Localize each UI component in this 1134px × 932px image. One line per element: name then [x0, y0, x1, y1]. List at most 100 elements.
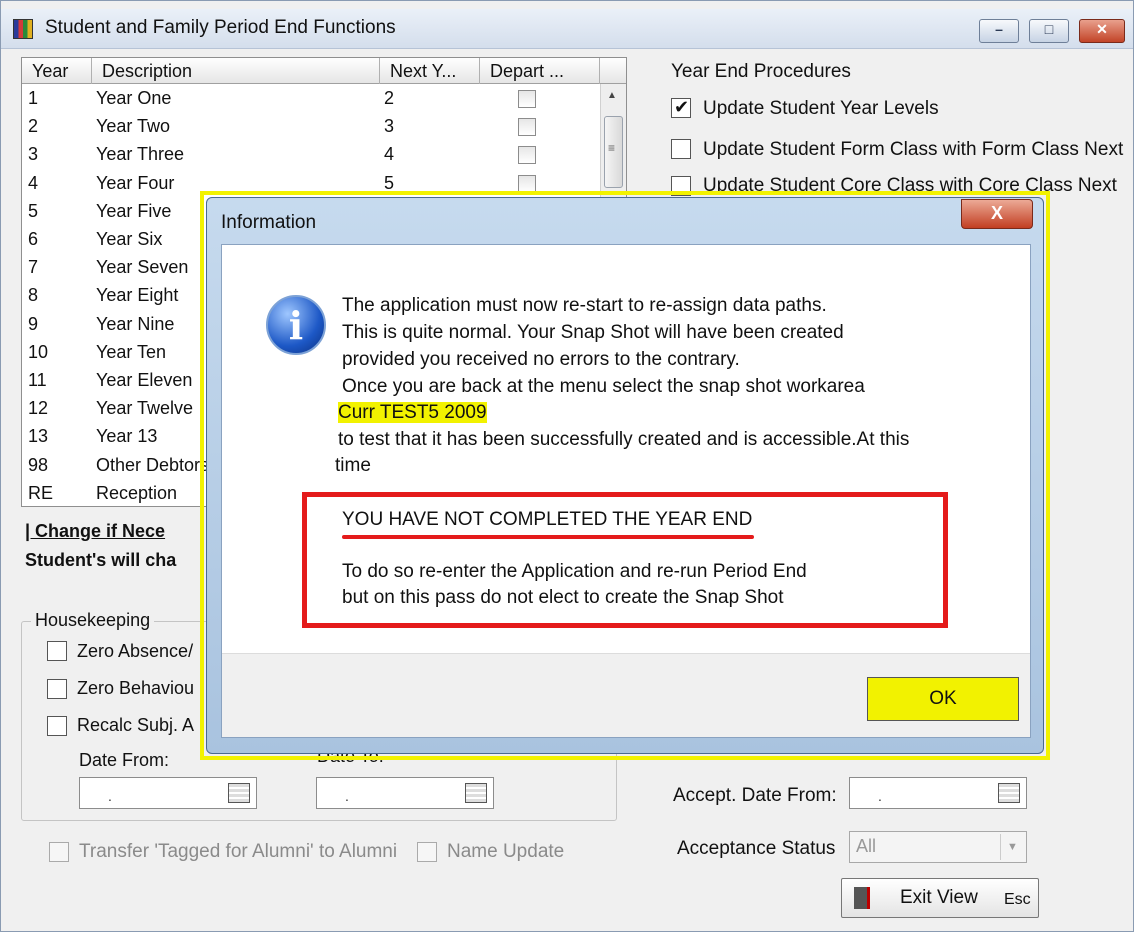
- close-button[interactable]: ✕: [1079, 19, 1125, 43]
- workarea-name: Curr TEST5 2009: [338, 402, 487, 423]
- scroll-thumb[interactable]: ≡: [604, 116, 623, 188]
- depart-checkbox[interactable]: [518, 90, 536, 108]
- cell-year: 8: [28, 285, 39, 306]
- calendar-icon[interactable]: [228, 783, 250, 803]
- table-row[interactable]: 3 Year Three 4: [22, 142, 600, 170]
- table-row[interactable]: 1 Year One 2: [22, 86, 600, 114]
- depart-checkbox[interactable]: [518, 174, 536, 193]
- exit-shortcut-label: Esc: [1004, 891, 1031, 908]
- maximize-icon: □: [1044, 21, 1054, 37]
- zero-absence-label: Zero Absence/: [77, 641, 194, 661]
- dialog-title: Information: [221, 212, 317, 233]
- name-update-label: Name Update: [447, 841, 565, 862]
- recalc-subject-label: Recalc Subj. A: [77, 715, 195, 735]
- information-dialog: Information X i The application must now…: [206, 197, 1044, 754]
- recalc-subject-checkbox[interactable]: [47, 716, 67, 736]
- change-if-necessary-label: | Change if Nece: [25, 521, 166, 541]
- cell-description: Year Four: [96, 172, 175, 193]
- cell-description: Year One: [96, 88, 172, 108]
- exit-door-icon: [854, 887, 870, 909]
- housekeeping-legend: Housekeeping: [31, 610, 155, 631]
- cell-year: 13: [28, 426, 49, 447]
- transfer-alumni-checkbox[interactable]: [49, 842, 69, 862]
- cell-year: 10: [28, 341, 49, 362]
- col-header-next-year[interactable]: Next Y...: [380, 58, 480, 84]
- year-end-procedures-title: Year End Procedures: [671, 61, 851, 82]
- minimize-button[interactable]: –: [979, 19, 1019, 43]
- date-from-input[interactable]: .: [79, 777, 257, 809]
- maximize-button[interactable]: □: [1029, 19, 1069, 43]
- update-year-levels-checkbox[interactable]: [671, 97, 691, 118]
- warning-text: YOU HAVE NOT COMPLETED THE YEAR END: [342, 509, 753, 530]
- cell-description: Reception: [96, 482, 178, 503]
- col-header-depart[interactable]: Depart ...: [480, 58, 600, 84]
- update-form-class-label: Update Student Form Class with Form Clas…: [703, 139, 1124, 160]
- chevron-down-icon: ▼: [1000, 834, 1024, 860]
- calendar-icon[interactable]: [998, 783, 1020, 803]
- acceptance-status-label: Acceptance Status: [677, 838, 836, 859]
- accept-date-from-label: Accept. Date From:: [673, 785, 837, 806]
- cell-next-year: 2: [384, 88, 395, 108]
- cell-description: Year Three: [96, 144, 185, 165]
- app-icon: [13, 19, 33, 39]
- instruction-line-2: but on this pass do not elect to create …: [342, 587, 784, 608]
- message-line-time: time: [335, 455, 371, 476]
- message-line-4: Once you are back at the menu select the…: [342, 376, 865, 397]
- instruction-line-1: To do so re-enter the Application and re…: [342, 561, 807, 582]
- cell-next-year: 3: [384, 116, 395, 137]
- cell-description: Year 13: [96, 426, 158, 447]
- name-update-checkbox[interactable]: [417, 842, 437, 862]
- exit-view-label: Exit View: [900, 887, 978, 908]
- message-line-1: The application must now re-start to re-…: [342, 295, 827, 316]
- grip-icon: ≡: [608, 141, 616, 155]
- dialog-content: i The application must now re-start to r…: [221, 244, 1031, 738]
- cell-year: 2: [28, 116, 39, 137]
- cell-year: 1: [28, 88, 39, 108]
- date-from-label: Date From:: [79, 750, 170, 770]
- zero-absence-checkbox[interactable]: [47, 641, 67, 661]
- calendar-icon[interactable]: [465, 783, 487, 803]
- message-line-after: to test that it has been successfully cr…: [338, 429, 910, 450]
- grid-header: Year Description Next Y... Depart ...: [22, 58, 626, 84]
- information-icon: i: [266, 295, 326, 355]
- col-header-description[interactable]: Description: [92, 58, 380, 84]
- warning-underline: [342, 535, 754, 539]
- ok-button[interactable]: OK: [867, 677, 1019, 721]
- cell-year: RE: [28, 482, 54, 503]
- transfer-alumni-label: Transfer 'Tagged for Alumni' to Alumni: [79, 841, 398, 862]
- update-year-levels-label: Update Student Year Levels: [703, 98, 939, 119]
- cell-year: 9: [28, 313, 39, 334]
- close-icon: ✕: [1096, 21, 1108, 37]
- scroll-up-arrow-icon[interactable]: ▲: [607, 90, 617, 101]
- update-form-class-checkbox[interactable]: [671, 139, 691, 159]
- zero-behaviour-label: Zero Behaviou: [77, 678, 195, 698]
- depart-checkbox[interactable]: [518, 146, 536, 165]
- minimize-icon: –: [995, 21, 1003, 37]
- cell-description: Year Six: [96, 229, 163, 249]
- cell-year: 5: [28, 200, 39, 221]
- col-header-year[interactable]: Year: [22, 58, 92, 84]
- cell-year: 11: [28, 370, 47, 390]
- cell-next-year: 4: [384, 144, 395, 165]
- message-line-2: This is quite normal. Your Snap Shot wil…: [342, 322, 844, 343]
- cell-description: Year Eleven: [96, 370, 193, 390]
- acceptance-status-select[interactable]: All ▼: [849, 831, 1027, 863]
- cell-year: 3: [28, 144, 39, 165]
- accept-date-from-input[interactable]: .: [849, 777, 1027, 809]
- table-row[interactable]: 2 Year Two 3: [22, 114, 600, 142]
- cell-description: Year Five: [96, 200, 172, 221]
- date-to-input[interactable]: .: [316, 777, 494, 809]
- message-line-3: provided you received no errors to the c…: [342, 349, 740, 370]
- depart-checkbox[interactable]: [518, 118, 536, 137]
- cell-year: 7: [28, 257, 39, 278]
- title-bar[interactable]: Student and Family Period End Functions …: [1, 9, 1133, 49]
- dialog-close-button[interactable]: X: [961, 199, 1033, 229]
- window-title: Student and Family Period End Functions: [45, 17, 396, 38]
- cell-description: Year Ten: [96, 341, 167, 362]
- cell-description: Year Seven: [96, 257, 189, 278]
- close-icon: X: [990, 203, 1003, 223]
- cell-description: Year Two: [96, 116, 171, 137]
- zero-behaviour-checkbox[interactable]: [47, 679, 67, 699]
- cell-year: 6: [28, 229, 39, 249]
- exit-view-button[interactable]: Exit View Esc: [841, 878, 1039, 918]
